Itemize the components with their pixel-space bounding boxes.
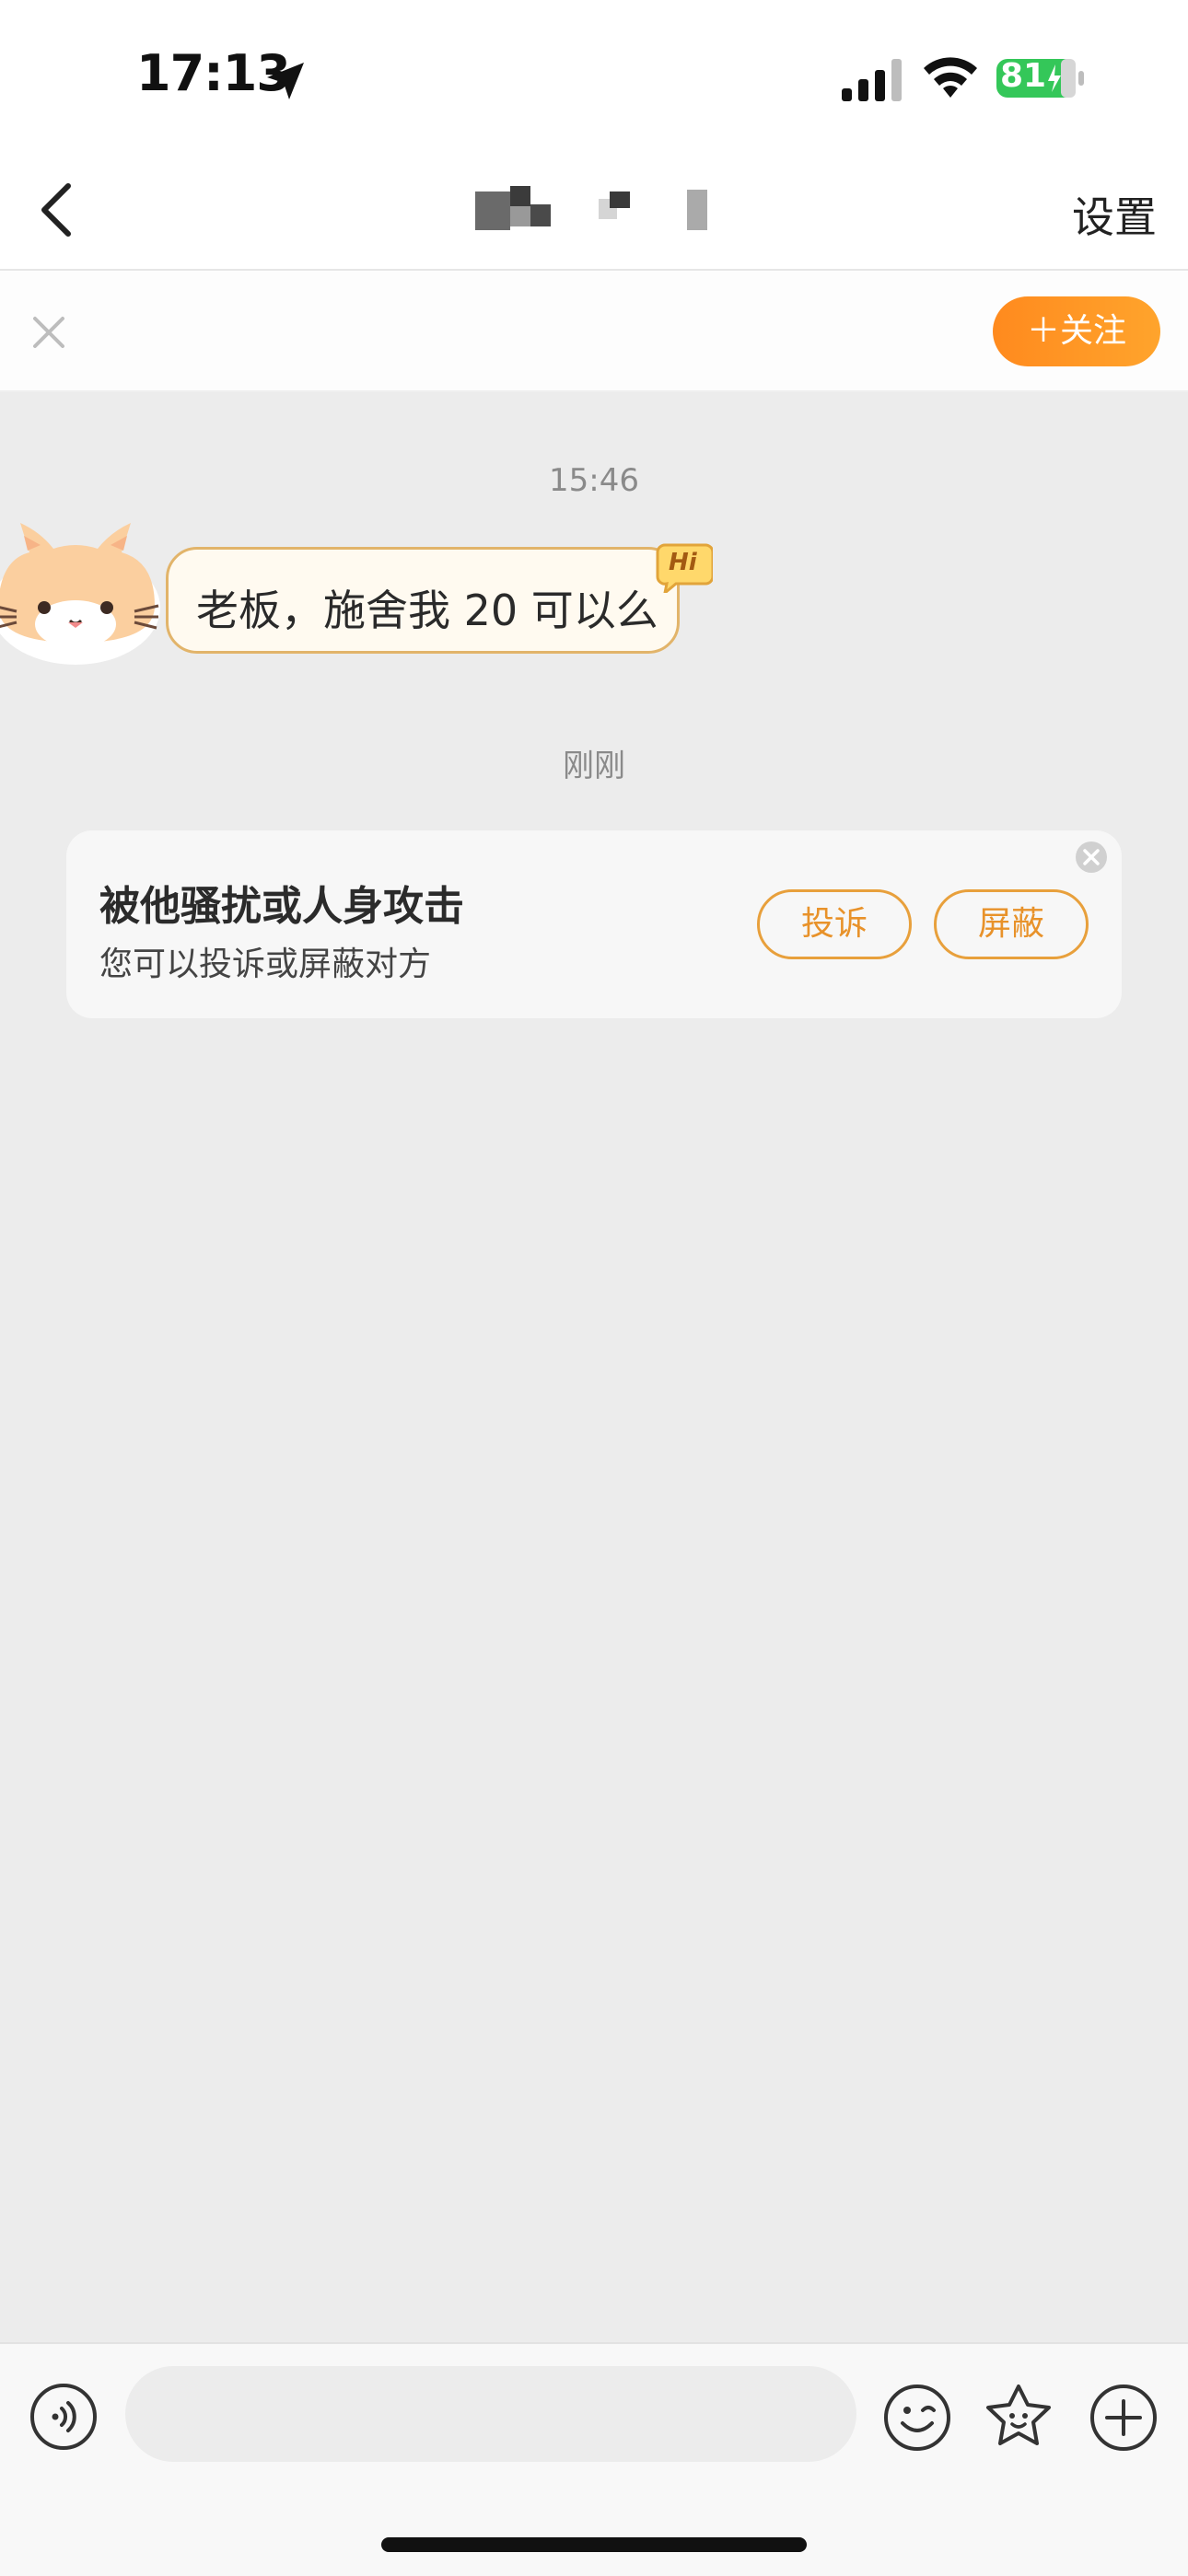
location-arrow-icon bbox=[267, 63, 304, 99]
notice-title: 被他骚扰或人身攻击 bbox=[99, 883, 464, 930]
notice-timestamp: 刚刚 bbox=[563, 748, 625, 784]
emoji-icon[interactable] bbox=[882, 2383, 952, 2453]
follow-button[interactable]: ＋关注 bbox=[993, 296, 1160, 366]
harassment-notice-card: 被他骚扰或人身攻击 您可以投诉或屏蔽对方 投诉 屏蔽 bbox=[66, 830, 1122, 1018]
message-input[interactable] bbox=[125, 2366, 856, 2462]
message-timestamp: 15:46 bbox=[549, 462, 639, 499]
voice-icon[interactable] bbox=[29, 2383, 98, 2451]
status-bar: 17:13 81 bbox=[0, 0, 1188, 147]
settings-button[interactable]: 设置 bbox=[1072, 184, 1157, 245]
close-icon[interactable] bbox=[24, 307, 74, 357]
message-bubble[interactable]: 老板，施舍我 20 可以么 bbox=[166, 547, 680, 654]
hi-badge-label: Hi bbox=[669, 549, 697, 576]
cat-avatar[interactable] bbox=[0, 505, 173, 670]
complain-button[interactable]: 投诉 bbox=[757, 889, 912, 959]
wifi-icon bbox=[924, 57, 977, 98]
plus-icon[interactable] bbox=[1089, 2383, 1159, 2453]
sticker-icon[interactable] bbox=[982, 2381, 1055, 2454]
message-text: 老板，施舍我 20 可以么 bbox=[196, 586, 658, 635]
block-button[interactable]: 屏蔽 bbox=[934, 889, 1089, 959]
signal-icon bbox=[842, 59, 902, 101]
home-indicator bbox=[381, 2537, 807, 2552]
notice-subtitle: 您可以投诉或屏蔽对方 bbox=[99, 946, 432, 983]
battery-level: 81 bbox=[1000, 57, 1047, 95]
close-circle-icon[interactable] bbox=[1074, 840, 1109, 875]
battery-charging-icon: 81 bbox=[996, 55, 1085, 101]
follow-banner: ＋关注 bbox=[0, 271, 1188, 392]
conversation-title-obscured bbox=[470, 186, 718, 234]
chevron-left-icon[interactable] bbox=[20, 173, 94, 247]
nav-bar: 设置 bbox=[0, 147, 1188, 271]
hi-badge: Hi bbox=[656, 541, 713, 593]
